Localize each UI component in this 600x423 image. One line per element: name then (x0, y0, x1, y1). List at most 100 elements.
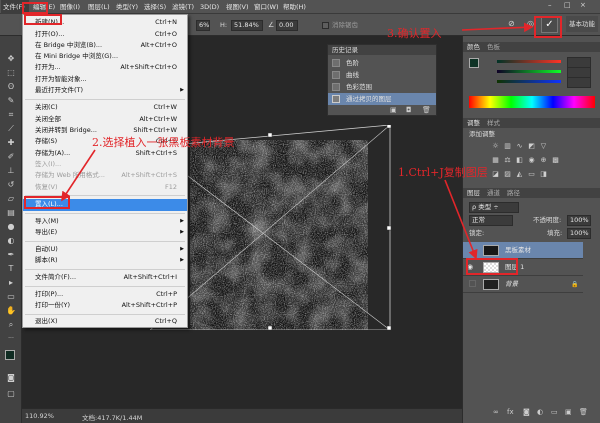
camera-icon[interactable]: ◘ (406, 106, 412, 114)
menu-view[interactable]: 视图(V) (226, 0, 249, 14)
menu-item-print[interactable]: 打印(P)... Ctrl+P (23, 289, 187, 301)
photo-filter-icon[interactable]: ◉ (527, 156, 536, 165)
trash-icon[interactable]: 🗑 (422, 106, 431, 114)
quick-mask-icon[interactable]: ◙ (4, 372, 18, 384)
h-field[interactable]: 51.84% (231, 20, 263, 31)
zoom-tool-icon[interactable]: ⌕ (4, 319, 18, 331)
link-icon[interactable]: ∞ (493, 408, 499, 416)
menu-item-import[interactable]: 导入(M) ▶ (23, 216, 187, 228)
menu-item-close-all[interactable]: 关闭全部 Alt+Ctrl+W (23, 114, 187, 126)
marquee-tool-icon[interactable]: ⬚ (4, 67, 18, 79)
new-layer-icon[interactable]: ▣ (565, 408, 572, 416)
brush-tool-icon[interactable]: ✐ (4, 151, 18, 163)
dodge-tool-icon[interactable]: ◐ (4, 235, 18, 247)
antialias-checkbox[interactable] (322, 22, 329, 29)
menu-item-recent-files[interactable]: 最近打开文件(T) ▶ (23, 85, 187, 97)
hue-icon[interactable]: ▦ (491, 156, 500, 165)
menu-item-automate[interactable]: 自动(U) ▶ (23, 244, 187, 256)
adjustment-layer-icon[interactable]: ◐ (537, 408, 543, 416)
mask-icon[interactable]: ◙ (523, 408, 530, 416)
layer-row-background[interactable]: 背景 🔒 (463, 276, 583, 293)
menu-item-file-info[interactable]: 文件简介(F)... Alt+Shift+Ctrl+I (23, 272, 187, 284)
menu-layer[interactable]: 图层(L) (88, 0, 110, 14)
snapshot-icon[interactable]: ▣ (390, 106, 397, 114)
selective-color-icon[interactable]: ◨ (539, 170, 548, 179)
blue-value-field[interactable] (567, 77, 591, 88)
history-item-active[interactable]: 通过拷贝的图层 (328, 93, 436, 105)
layer-filter-select[interactable]: ρ 类型 ÷ (469, 202, 519, 213)
color-spectrum-bar[interactable] (469, 96, 595, 108)
levels-adj-icon[interactable]: ▥ (503, 142, 512, 151)
green-slider[interactable] (497, 70, 561, 73)
menu-item-open-as[interactable]: 打开为... Alt+Shift+Ctrl+O (23, 62, 187, 74)
menu-item-open-smart-object[interactable]: 打开为智能对象... (23, 74, 187, 86)
history-brush-icon[interactable]: ↺ (4, 179, 18, 191)
posterize-icon[interactable]: ▨ (503, 170, 512, 179)
tab-adjustments[interactable]: 调整 (467, 118, 480, 128)
history-tab[interactable]: 历史记录 (332, 45, 358, 55)
brightness-icon[interactable]: ☼ (491, 142, 500, 151)
layer-row-chalkboard[interactable]: 黑板素材 (463, 242, 583, 259)
fg-color-swatch[interactable] (469, 58, 479, 68)
menu-item-exit[interactable]: 退出(X) Ctrl+Q (23, 316, 187, 328)
healing-tool-icon[interactable]: ✚ (4, 137, 18, 149)
tab-layers[interactable]: 图层 (467, 188, 480, 198)
tab-styles[interactable]: 样式 (487, 118, 500, 128)
eyedropper-tool-icon[interactable]: ⟋ (4, 123, 18, 135)
cancel-transform-icon[interactable]: ◎ (527, 19, 534, 28)
menu-item-save-for-web[interactable]: 存储为 Web 所用格式... Alt+Shift+Ctrl+S (23, 170, 187, 182)
menu-filter[interactable]: 滤镜(T) (172, 0, 194, 14)
pen-tool-icon[interactable]: ✒ (4, 249, 18, 261)
menu-item-revert[interactable]: 恢复(V) F12 (23, 182, 187, 194)
blur-tool-icon[interactable]: ● (4, 221, 18, 233)
move-tool-icon[interactable]: ✥ (4, 53, 18, 65)
angle-field[interactable]: 0.00 (276, 20, 298, 31)
quick-select-tool-icon[interactable]: ✎ (4, 95, 18, 107)
menu-window[interactable]: 窗口(W) (254, 0, 279, 14)
menu-item-close[interactable]: 关闭(C) Ctrl+W (23, 102, 187, 114)
history-item[interactable]: 色彩范围 (328, 81, 436, 93)
curves-adj-icon[interactable]: ∿ (515, 142, 524, 151)
history-item[interactable]: 曲线 (328, 69, 436, 81)
hand-tool-icon[interactable]: ✋ (4, 305, 18, 317)
red-slider[interactable] (497, 60, 561, 63)
workspace-switcher[interactable]: 基本功能 (566, 16, 598, 32)
crop-tool-icon[interactable]: ⌗ (4, 109, 18, 121)
tab-color[interactable]: 颜色 (467, 42, 480, 52)
opacity-field[interactable]: 100% (567, 215, 591, 226)
channel-mixer-icon[interactable]: ⊕ (539, 156, 548, 165)
path-select-tool-icon[interactable]: ▸ (4, 277, 18, 289)
blue-slider[interactable] (497, 80, 561, 83)
zoom-level[interactable]: 110.92% (25, 412, 54, 420)
tab-swatches[interactable]: 色板 (487, 42, 500, 52)
menu-help[interactable]: 帮助(H) (283, 0, 306, 14)
invert-icon[interactable]: ◪ (491, 170, 500, 179)
gradient-map-icon[interactable]: ▭ (527, 170, 536, 179)
color-lookup-icon[interactable]: ▩ (551, 156, 560, 165)
black-white-icon[interactable]: ◧ (515, 156, 524, 165)
menu-image[interactable]: 图像(I) (60, 0, 80, 14)
tab-channels[interactable]: 通道 (487, 188, 500, 198)
blend-mode-select[interactable]: 正常 (469, 215, 513, 226)
menu-item-print-one[interactable]: 打印一份(Y) Alt+Shift+Ctrl+P (23, 300, 187, 312)
foreground-color-swatch[interactable] (5, 350, 15, 360)
fill-field[interactable]: 100% (567, 228, 591, 239)
minimize-icon[interactable]: – (548, 1, 552, 9)
vibrance-icon[interactable]: ▽ (539, 142, 548, 151)
color-balance-icon[interactable]: ⚖ (503, 156, 512, 165)
warp-icon[interactable]: ⊘ (508, 19, 515, 28)
menu-item-browse-bridge[interactable]: 在 Bridge 中浏览(B)... Alt+Ctrl+O (23, 40, 187, 52)
type-tool-icon[interactable]: T (4, 263, 18, 275)
visibility-toggle[interactable] (469, 280, 476, 287)
history-item[interactable]: 色阶 (328, 57, 436, 69)
shape-tool-icon[interactable]: ▭ (4, 291, 18, 303)
menu-item-check-in[interactable]: 签入(I)... (23, 159, 187, 171)
lasso-tool-icon[interactable]: ʘ (4, 81, 18, 93)
maximize-icon[interactable]: □ (564, 1, 571, 9)
zoom-field[interactable]: 6% (196, 20, 210, 31)
delete-layer-icon[interactable]: 🗑 (579, 408, 588, 416)
threshold-icon[interactable]: ◭ (515, 170, 524, 179)
gradient-tool-icon[interactable]: ▤ (4, 207, 18, 219)
menu-select[interactable]: 选择(S) (144, 0, 166, 14)
menu-item-scripts[interactable]: 脚本(R) ▶ (23, 255, 187, 267)
